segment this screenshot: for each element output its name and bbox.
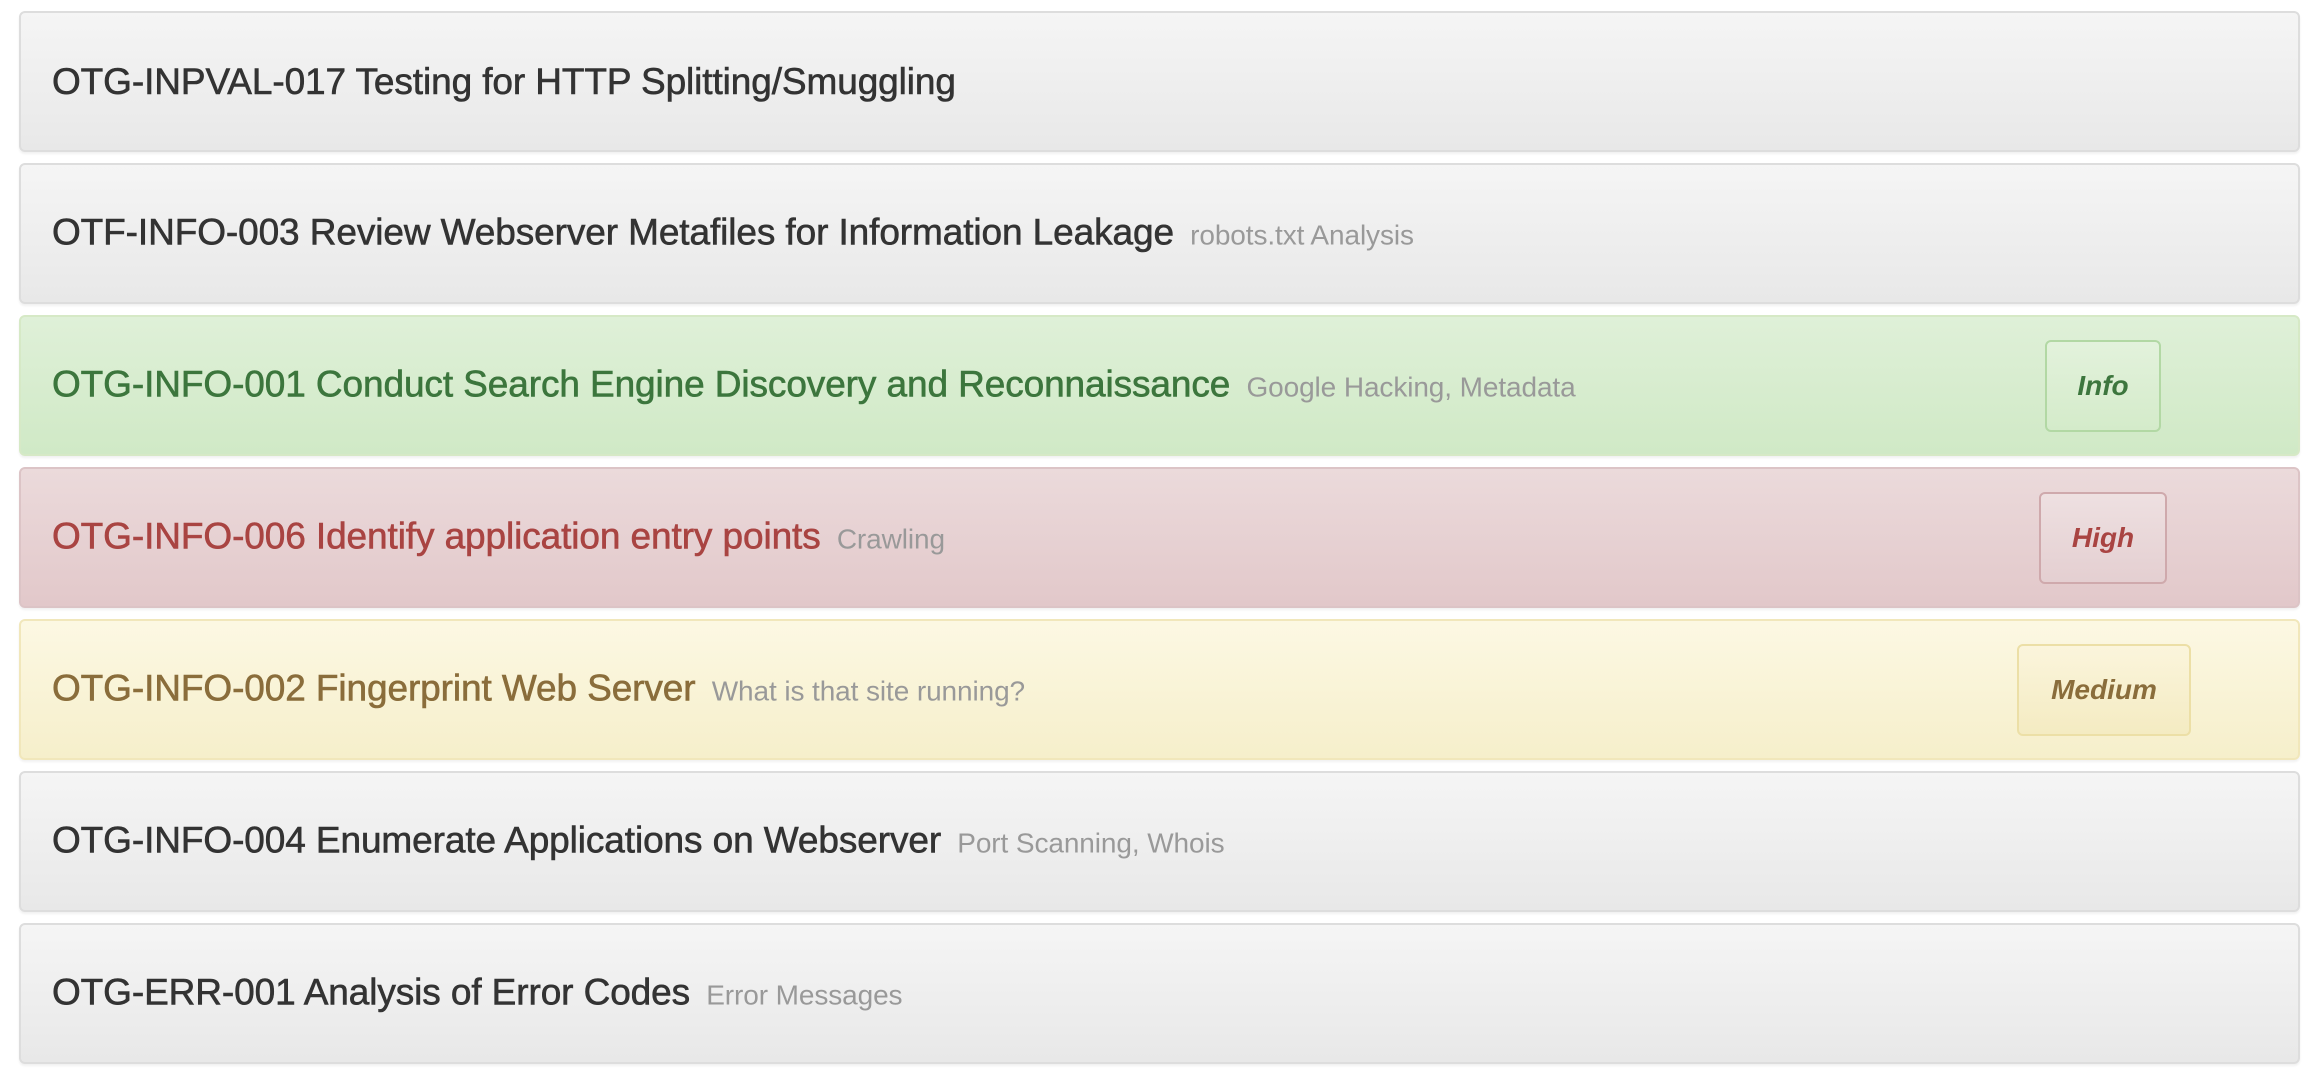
severity-button-medium[interactable]: Medium (2017, 643, 2191, 736)
test-case-list: OTG-INPVAL-017 Testing for HTTP Splittin… (19, 11, 2300, 1075)
panel-title: OTG-ERR-001 Analysis of Error Codes Erro… (52, 970, 903, 1017)
test-case-panel-otg-inpval-017[interactable]: OTG-INPVAL-017 Testing for HTTP Splittin… (19, 11, 2300, 152)
test-case-subtitle: Crawling (836, 523, 945, 554)
test-case-panel-otg-info-002[interactable]: OTG-INFO-002 Fingerprint Web Server What… (19, 619, 2300, 760)
test-case-panel-otg-info-001[interactable]: OTG-INFO-001 Conduct Search Engine Disco… (19, 315, 2300, 456)
test-case-panel-otg-info-004[interactable]: OTG-INFO-004 Enumerate Applications on W… (19, 771, 2300, 912)
panel-title: OTG-INPVAL-017 Testing for HTTP Splittin… (52, 60, 957, 104)
panel-title: OTG-INFO-002 Fingerprint Web Server What… (52, 666, 1025, 713)
panel-title: OTG-INFO-006 Identify application entry … (52, 514, 945, 561)
panel-title: OTG-INFO-004 Enumerate Applications on W… (52, 818, 1225, 865)
panel-title: OTG-INFO-001 Conduct Search Engine Disco… (52, 362, 1576, 409)
panel-title: OTF-INFO-003 Review Webserver Metafiles … (52, 210, 1414, 257)
test-case-title: OTG-INFO-001 Conduct Search Engine Disco… (52, 363, 1231, 405)
test-case-title: OTG-ERR-001 Analysis of Error Codes (52, 971, 691, 1013)
severity-button-info[interactable]: Info (2045, 339, 2161, 432)
test-case-panel-otg-info-006[interactable]: OTG-INFO-006 Identify application entry … (19, 467, 2300, 608)
test-case-panel-otf-info-003[interactable]: OTF-INFO-003 Review Webserver Metafiles … (19, 163, 2300, 304)
test-case-title: OTG-INFO-006 Identify application entry … (52, 515, 821, 557)
test-case-subtitle: Port Scanning, Whois (957, 827, 1225, 858)
test-case-subtitle: robots.txt Analysis (1190, 219, 1414, 250)
test-case-subtitle: What is that site running? (711, 675, 1026, 706)
test-case-subtitle: Error Messages (706, 979, 903, 1010)
test-case-title: OTG-INFO-004 Enumerate Applications on W… (52, 819, 942, 861)
test-case-title: OTG-INPVAL-017 Testing for HTTP Splittin… (52, 60, 957, 102)
test-case-subtitle: Google Hacking, Metadata (1246, 371, 1576, 402)
severity-button-high[interactable]: High (2039, 491, 2167, 584)
test-case-title: OTG-INFO-002 Fingerprint Web Server (52, 667, 696, 709)
test-case-panel-otg-err-001[interactable]: OTG-ERR-001 Analysis of Error Codes Erro… (19, 923, 2300, 1064)
test-case-title: OTF-INFO-003 Review Webserver Metafiles … (52, 211, 1175, 253)
